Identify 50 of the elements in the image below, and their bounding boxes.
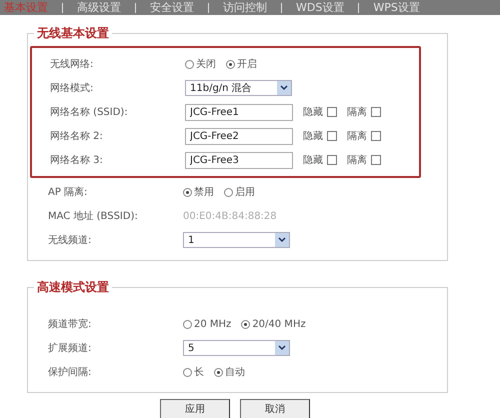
checkbox[interactable]: [371, 155, 381, 165]
select-dropdown[interactable]: 11b/g/n 混合: [185, 80, 292, 96]
radio-option[interactable]: 长: [183, 365, 204, 379]
checkbox[interactable]: [327, 107, 337, 117]
radio-option[interactable]: 启用: [224, 185, 255, 199]
field-label: 频道带宽:: [47, 318, 92, 331]
checkbox-label: 隔离: [347, 154, 367, 167]
radio-option[interactable]: 20/40 MHz: [241, 318, 306, 330]
field-label: MAC 地址 (BSSID):: [47, 210, 139, 223]
radio-icon[interactable]: [183, 188, 192, 196]
radio-icon[interactable]: [224, 188, 233, 196]
field-label: 无线网络:: [49, 58, 94, 71]
checkbox-label: 隐藏: [303, 154, 323, 167]
radio-icon[interactable]: [183, 368, 192, 376]
radio-icon[interactable]: [226, 60, 235, 68]
field-label: 保护间隔:: [47, 366, 92, 379]
action-button[interactable]: 应用: [160, 399, 230, 418]
field-label: 网络名称 2:: [49, 130, 104, 143]
section-title: 无线基本设置: [34, 25, 112, 42]
field-label: 网络名称 3:: [49, 154, 104, 167]
chevron-down-icon: [275, 233, 289, 247]
field-label: 网络名称 (SSID):: [49, 106, 129, 119]
checkbox-label: 隔离: [347, 106, 367, 119]
section-title: 高速模式设置: [34, 279, 112, 296]
radio-icon[interactable]: [183, 320, 192, 328]
radio-icon[interactable]: [241, 320, 250, 328]
checkbox-label: 隔离: [347, 130, 367, 143]
chevron-down-icon: [275, 341, 289, 355]
radio-option[interactable]: 开启: [226, 57, 257, 71]
field-label: 无线频道:: [47, 234, 92, 247]
field-label: AP 隔离:: [47, 186, 88, 199]
radio-option[interactable]: 关闭: [185, 57, 216, 71]
chevron-down-icon: [277, 81, 291, 95]
select-dropdown[interactable]: 5: [183, 340, 290, 356]
action-button[interactable]: 取消: [240, 399, 310, 418]
checkbox[interactable]: [327, 155, 337, 165]
radio-option[interactable]: 禁用: [183, 185, 214, 199]
radio-icon[interactable]: [185, 60, 194, 68]
field-label: 扩展频道:: [47, 342, 92, 355]
field-label: 网络模式:: [49, 82, 94, 95]
checkbox[interactable]: [327, 131, 337, 141]
mac-address-value: 00:E0:4B:84:88:28: [183, 210, 277, 222]
radio-icon[interactable]: [214, 368, 223, 376]
radio-option[interactable]: 自动: [214, 365, 245, 379]
radio-option[interactable]: 20 MHz: [183, 318, 232, 330]
checkbox[interactable]: [371, 107, 381, 117]
checkbox[interactable]: [371, 131, 381, 141]
select-dropdown[interactable]: 1: [183, 232, 290, 248]
checkbox-label: 隐藏: [303, 106, 323, 119]
checkbox-label: 隐藏: [303, 130, 323, 143]
